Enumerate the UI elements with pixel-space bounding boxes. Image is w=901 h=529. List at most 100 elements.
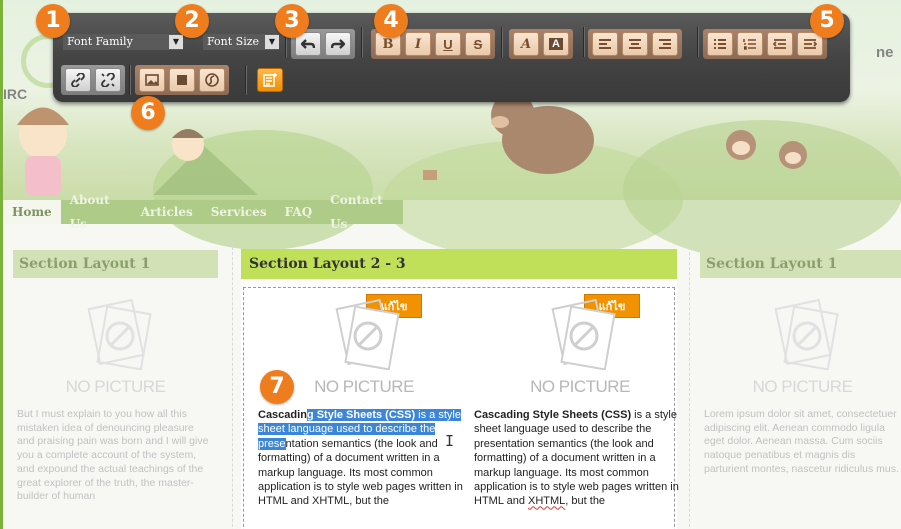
outdent-icon bbox=[773, 39, 786, 49]
text-color-icon: A bbox=[549, 38, 563, 50]
font-family-value: Font Family bbox=[67, 35, 133, 48]
numbered-list-icon bbox=[743, 39, 756, 50]
font-size-value: Font Size bbox=[207, 35, 260, 48]
insert-link-button[interactable] bbox=[65, 68, 91, 92]
toolbar-separator bbox=[361, 27, 362, 57]
no-picture-label: NO PICTURE bbox=[314, 377, 414, 396]
toolbar-separator bbox=[501, 27, 502, 57]
list-group bbox=[703, 29, 827, 59]
callout-marker: 2 bbox=[175, 4, 209, 38]
no-picture-placeholder[interactable]: NO PICTURE bbox=[520, 298, 640, 397]
strikethrough-button[interactable]: S bbox=[465, 32, 491, 56]
undo-icon bbox=[301, 39, 315, 49]
italic-button[interactable]: I bbox=[405, 32, 431, 56]
editor-toolbar: Font Family ▼ Font Size ▼ B I U S A A bbox=[53, 13, 850, 102]
indent-icon bbox=[804, 39, 817, 49]
callout-marker: 4 bbox=[374, 4, 408, 38]
content-block[interactable]: แก้ไข NO PICTURE Cascading Style Sheets … bbox=[472, 288, 682, 529]
unlink-button[interactable] bbox=[95, 68, 121, 92]
align-center-icon bbox=[629, 39, 641, 49]
chevron-down-icon: ▼ bbox=[265, 35, 279, 49]
toolbar-separator bbox=[697, 27, 698, 57]
insert-template-button[interactable] bbox=[257, 68, 283, 92]
insert-template-icon bbox=[263, 73, 277, 87]
font-size-select[interactable]: Font Size ▼ bbox=[203, 34, 279, 50]
outdent-button[interactable] bbox=[767, 32, 793, 56]
section-layout-right: Section Layout 1 NO PICTURE Lorem ipsum … bbox=[700, 250, 901, 529]
image-icon bbox=[145, 74, 159, 86]
align-right-button[interactable] bbox=[652, 32, 678, 56]
section-text: But I must explain to you how all this m… bbox=[17, 408, 209, 503]
text-bold: Cascadin bbox=[258, 409, 307, 421]
link-icon bbox=[71, 73, 85, 87]
no-picture-placeholder[interactable]: NO PICTURE bbox=[304, 298, 424, 397]
bullet-list-icon bbox=[714, 39, 726, 49]
section-layout-center[interactable]: Section Layout 2 - 3 แก้ไข NO PICTURE Ca… bbox=[241, 249, 679, 529]
numbered-list-button[interactable] bbox=[737, 32, 763, 56]
callout-marker: 1 bbox=[36, 4, 70, 38]
font-family-select[interactable]: Font Family ▼ bbox=[63, 34, 183, 50]
underline-button[interactable]: U bbox=[435, 32, 461, 56]
no-picture-icon bbox=[551, 298, 616, 371]
section-title: Section Layout 1 bbox=[700, 250, 901, 278]
no-picture-icon bbox=[773, 298, 839, 371]
section-title: Section Layout 2 - 3 bbox=[241, 249, 677, 279]
callout-marker: 3 bbox=[275, 4, 309, 38]
no-picture-placeholder: NO PICTURE bbox=[723, 298, 883, 397]
alignment-group bbox=[588, 29, 682, 59]
text-body: , but the bbox=[565, 495, 606, 508]
insert-flash-button[interactable] bbox=[199, 68, 225, 92]
no-picture-placeholder: NO PICTURE bbox=[36, 298, 196, 397]
section-text: Lorem ipsum dolor sit amet, consectetuer… bbox=[704, 408, 899, 475]
section-title: Section Layout 1 bbox=[13, 250, 218, 278]
media-group bbox=[135, 65, 229, 95]
editable-text[interactable]: Cascading Style Sheets (CSS) is a style … bbox=[258, 408, 463, 509]
align-left-button[interactable] bbox=[592, 32, 618, 56]
insert-image-button[interactable] bbox=[139, 68, 165, 92]
toolbar-separator bbox=[583, 27, 584, 57]
column-divider bbox=[232, 242, 233, 529]
nav-item-home[interactable]: Home bbox=[3, 200, 61, 224]
main-nav: Home About Us Articles Services FAQ Cont… bbox=[3, 193, 403, 231]
section-layout-left: Section Layout 1 NO PICTURE But I must e… bbox=[13, 250, 218, 529]
site-title-fragment: ne bbox=[876, 44, 894, 61]
callout-marker: 6 bbox=[131, 96, 165, 130]
insert-media-button[interactable] bbox=[169, 68, 195, 92]
no-picture-label: NO PICTURE bbox=[530, 377, 630, 396]
text-bold: Cascading Style Sheets (CSS) bbox=[474, 409, 632, 421]
link-group bbox=[61, 65, 125, 95]
no-picture-icon bbox=[86, 298, 152, 371]
nav-item-services[interactable]: Services bbox=[202, 200, 276, 224]
no-picture-label: NO PICTURE bbox=[752, 377, 853, 396]
editable-region[interactable]: แก้ไข NO PICTURE Cascading Style Sheets … bbox=[243, 287, 679, 529]
unlink-icon bbox=[101, 73, 115, 87]
align-left-icon bbox=[599, 39, 611, 49]
toolbar-separator bbox=[245, 65, 246, 95]
text-body: ntation semantics (the look and formatti… bbox=[258, 437, 463, 508]
editable-text[interactable]: Cascading Style Sheets (CSS) is a style … bbox=[474, 408, 679, 509]
highlight-color-button[interactable]: A bbox=[513, 32, 539, 56]
content-block[interactable]: แก้ไข NO PICTURE Cascading Style Sheets … bbox=[256, 288, 466, 529]
nav-item-articles[interactable]: Articles bbox=[132, 200, 202, 224]
callout-marker: 7 bbox=[260, 370, 294, 404]
redo-icon bbox=[331, 39, 345, 49]
nav-item-about-us[interactable]: About Us bbox=[61, 188, 132, 236]
text-selection: g Style Sheets (CSS) bbox=[306, 409, 416, 421]
redo-button[interactable] bbox=[325, 32, 351, 56]
toolbar-separator bbox=[129, 65, 130, 95]
text-color-group: A A bbox=[509, 29, 573, 59]
callout-marker: 5 bbox=[810, 4, 844, 38]
no-picture-icon bbox=[335, 298, 400, 371]
flash-icon bbox=[205, 73, 219, 87]
site-title-fragment: IRC bbox=[3, 86, 28, 102]
align-right-icon bbox=[659, 39, 671, 49]
nav-item-faq[interactable]: FAQ bbox=[276, 200, 322, 224]
column-divider bbox=[689, 242, 690, 529]
bullet-list-button[interactable] bbox=[707, 32, 733, 56]
nav-item-contact-us[interactable]: Contact Us bbox=[321, 188, 403, 236]
text-cursor-icon: I bbox=[445, 432, 455, 450]
chevron-down-icon: ▼ bbox=[169, 35, 183, 49]
text-color-button[interactable]: A bbox=[543, 32, 569, 56]
align-center-button[interactable] bbox=[622, 32, 648, 56]
text-body: is a style sheet language used to descri… bbox=[474, 409, 679, 508]
